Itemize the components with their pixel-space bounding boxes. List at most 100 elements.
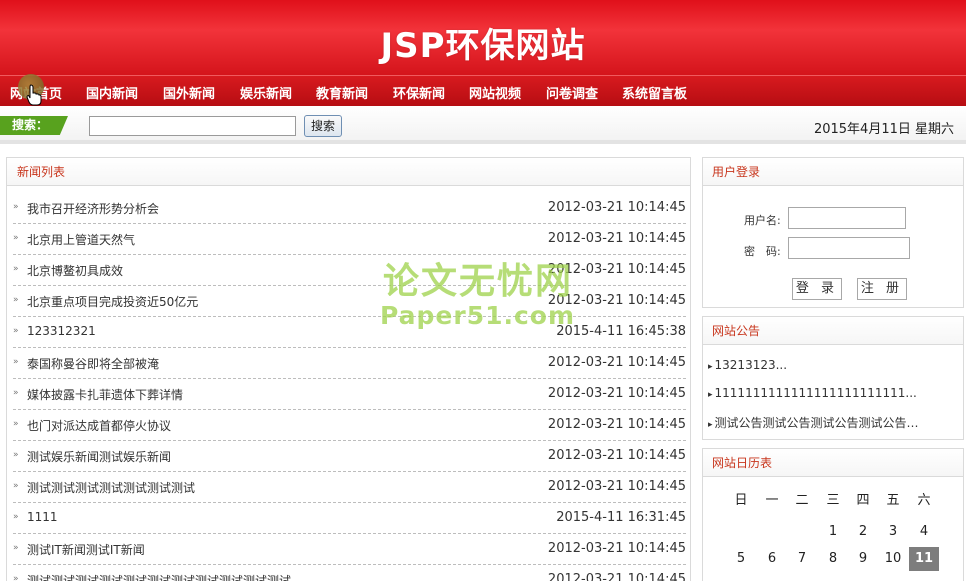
calendar-day[interactable]: 1: [818, 520, 848, 544]
calendar-day[interactable]: 9: [848, 547, 878, 571]
news-row[interactable]: » 测试IT新闻测试IT新闻 2012-03-21 10:14:45: [13, 534, 686, 565]
search-button[interactable]: 搜索: [304, 115, 342, 137]
bullet-icon: ▸: [708, 420, 713, 430]
calendar-day[interactable]: 6: [757, 547, 787, 571]
calendar-weekday: 日: [734, 493, 748, 508]
news-row[interactable]: » 也门对派达成首都停火协议 2012-03-21 10:14:45: [13, 410, 686, 441]
bullet-icon: ▸: [708, 362, 713, 372]
calendar-day[interactable]: 5: [726, 547, 756, 571]
news-row[interactable]: » 泰国称曼谷即将全部被淹 2012-03-21 10:14:45: [13, 348, 686, 379]
news-title[interactable]: 测试IT新闻测试IT新闻: [27, 541, 145, 558]
news-title[interactable]: 我市召开经济形势分析会: [27, 200, 159, 217]
current-date: 2015年4月11日 星期六: [813, 122, 954, 137]
double-arrow-icon: »: [13, 419, 19, 429]
double-arrow-icon: »: [13, 543, 19, 553]
news-time: 2012-03-21 10:14:45: [547, 479, 686, 494]
notice-text: 测试公告测试公告测试公告测试公告…: [714, 416, 919, 430]
news-time: 2012-03-21 10:14:45: [547, 355, 686, 370]
double-arrow-icon: »: [13, 264, 19, 274]
nav-item-education[interactable]: 教育新闻: [316, 83, 368, 102]
double-arrow-icon: »: [13, 202, 19, 212]
news-time: 2012-03-21 10:14:45: [547, 386, 686, 401]
news-row[interactable]: » 媒体披露卡扎菲遗体下葬详情 2012-03-21 10:14:45: [13, 379, 686, 410]
news-time: 2012-03-21 10:14:45: [547, 200, 686, 215]
double-arrow-icon: »: [13, 388, 19, 398]
nav-item-survey[interactable]: 问卷调查: [546, 83, 598, 102]
news-row[interactable]: » 北京重点项目完成投资近50亿元 2012-03-21 10:14:45: [13, 286, 686, 317]
calendar-heading: 网站日历表: [703, 449, 963, 477]
register-button[interactable]: 注 册: [857, 278, 907, 300]
calendar-weekday: 五: [886, 493, 900, 508]
news-time: 2012-03-21 10:14:45: [547, 417, 686, 432]
calendar-day[interactable]: 7: [787, 547, 817, 571]
password-label: 密 码:: [744, 245, 781, 258]
nav-item-entertainment[interactable]: 娱乐新闻: [240, 83, 292, 102]
calendar-weekday: 六: [917, 493, 931, 508]
nav-item-domestic[interactable]: 国内新闻: [86, 83, 138, 102]
news-row[interactable]: » 测试测试测试测试测试测试测试 2012-03-21 10:14:45: [13, 472, 686, 503]
search-bar: 搜索： 搜索 2015年4月11日 星期六: [0, 106, 966, 144]
news-title[interactable]: 测试测试测试测试测试测试测试测试测试测试测试: [27, 572, 291, 581]
news-time: 2015-4-11 16:45:38: [556, 324, 686, 339]
notice-panel: 网站公告 ▸ 13213123... ▸ 111111111111111111111…: [702, 316, 964, 440]
news-row[interactable]: » 我市召开经济形势分析会 2012-03-21 10:14:45: [13, 193, 686, 224]
news-row[interactable]: » 测试娱乐新闻测试娱乐新闻 2012-03-21 10:14:45: [13, 441, 686, 472]
news-title[interactable]: 测试娱乐新闻测试娱乐新闻: [27, 448, 171, 465]
news-list-heading: 新闻列表: [7, 158, 690, 186]
nav-item-environment[interactable]: 环保新闻: [393, 83, 445, 102]
username-field[interactable]: [788, 207, 906, 229]
news-row[interactable]: » 测试测试测试测试测试测试测试测试测试测试测试 2012-03-21 10:14:…: [13, 565, 686, 581]
notice-item[interactable]: ▸ 1111111111111111111111111...: [708, 386, 958, 400]
news-time: 2012-03-21 10:14:45: [547, 541, 686, 556]
calendar-day[interactable]: 3: [878, 520, 908, 544]
news-title[interactable]: 泰国称曼谷即将全部被淹: [27, 355, 159, 372]
calendar-panel: 网站日历表 日 一 二 三 四 五 六 1 2 3 4 5 6 7 8 9 10 11: [702, 448, 964, 581]
news-title[interactable]: 北京重点项目完成投资近50亿元: [27, 293, 198, 310]
login-heading: 用户登录: [703, 158, 963, 186]
watermark-text-cn: 论文无忧网: [383, 261, 574, 302]
news-title[interactable]: 也门对派达成首都停火协议: [27, 417, 171, 434]
password-field[interactable]: [788, 237, 910, 259]
calendar-day[interactable]: 8: [818, 547, 848, 571]
calendar-weekday: 一: [765, 493, 779, 508]
news-time: 2012-03-21 10:14:45: [547, 448, 686, 463]
news-row[interactable]: » 123312321 2015-4-11 16:45:38: [13, 317, 686, 348]
double-arrow-icon: »: [13, 481, 19, 491]
news-title[interactable]: 北京用上管道天然气: [27, 231, 135, 248]
news-time: 2012-03-21 10:14:45: [547, 231, 686, 246]
calendar-day[interactable]: 4: [909, 520, 939, 544]
news-title[interactable]: 媒体披露卡扎菲遗体下葬详情: [27, 386, 183, 403]
nav-item-video[interactable]: 网站视频: [469, 83, 521, 102]
news-title[interactable]: 1111: [27, 510, 58, 524]
double-arrow-icon: »: [13, 512, 19, 522]
news-title[interactable]: 测试测试测试测试测试测试测试: [27, 479, 195, 496]
news-list-panel: 新闻列表 » 我市召开经济形势分析会 2012-03-21 10:14:45 » 北京用…: [6, 157, 691, 581]
calendar-today[interactable]: 11: [909, 547, 939, 571]
double-arrow-icon: »: [13, 357, 19, 367]
login-panel: 用户登录 用户名: 密 码: 登 录 注 册: [702, 157, 964, 308]
nav-item-guestbook[interactable]: 系统留言板: [622, 83, 687, 102]
double-arrow-icon: »: [13, 326, 19, 336]
notice-text: 13213123...: [714, 358, 788, 372]
bullet-icon: ▸: [708, 390, 713, 400]
login-button[interactable]: 登 录: [792, 278, 842, 300]
news-row[interactable]: » 北京博鳌初具成效 2012-03-21 10:14:45: [13, 255, 686, 286]
notice-item[interactable]: ▸ 13213123...: [708, 358, 958, 372]
search-label: 搜索：: [0, 116, 68, 135]
news-title[interactable]: 123312321: [27, 324, 96, 338]
news-title[interactable]: 北京博鳌初具成效: [27, 262, 123, 279]
hand-cursor-icon: [26, 84, 42, 106]
double-arrow-icon: »: [13, 233, 19, 243]
calendar-weekday: 三: [826, 493, 840, 508]
search-input[interactable]: [89, 116, 296, 136]
notice-item[interactable]: ▸ 测试公告测试公告测试公告测试公告…: [708, 414, 958, 431]
double-arrow-icon: »: [13, 295, 19, 305]
nav-item-international[interactable]: 国外新闻: [163, 83, 215, 102]
calendar-day[interactable]: 10: [878, 547, 908, 571]
news-time: 2012-03-21 10:14:45: [547, 572, 686, 581]
news-row[interactable]: » 1111 2015-4-11 16:31:45: [13, 503, 686, 534]
news-row[interactable]: » 北京用上管道天然气 2012-03-21 10:14:45: [13, 224, 686, 255]
notice-heading: 网站公告: [703, 317, 963, 345]
calendar-day[interactable]: 2: [848, 520, 878, 544]
site-banner: JSP环保网站: [0, 0, 966, 75]
